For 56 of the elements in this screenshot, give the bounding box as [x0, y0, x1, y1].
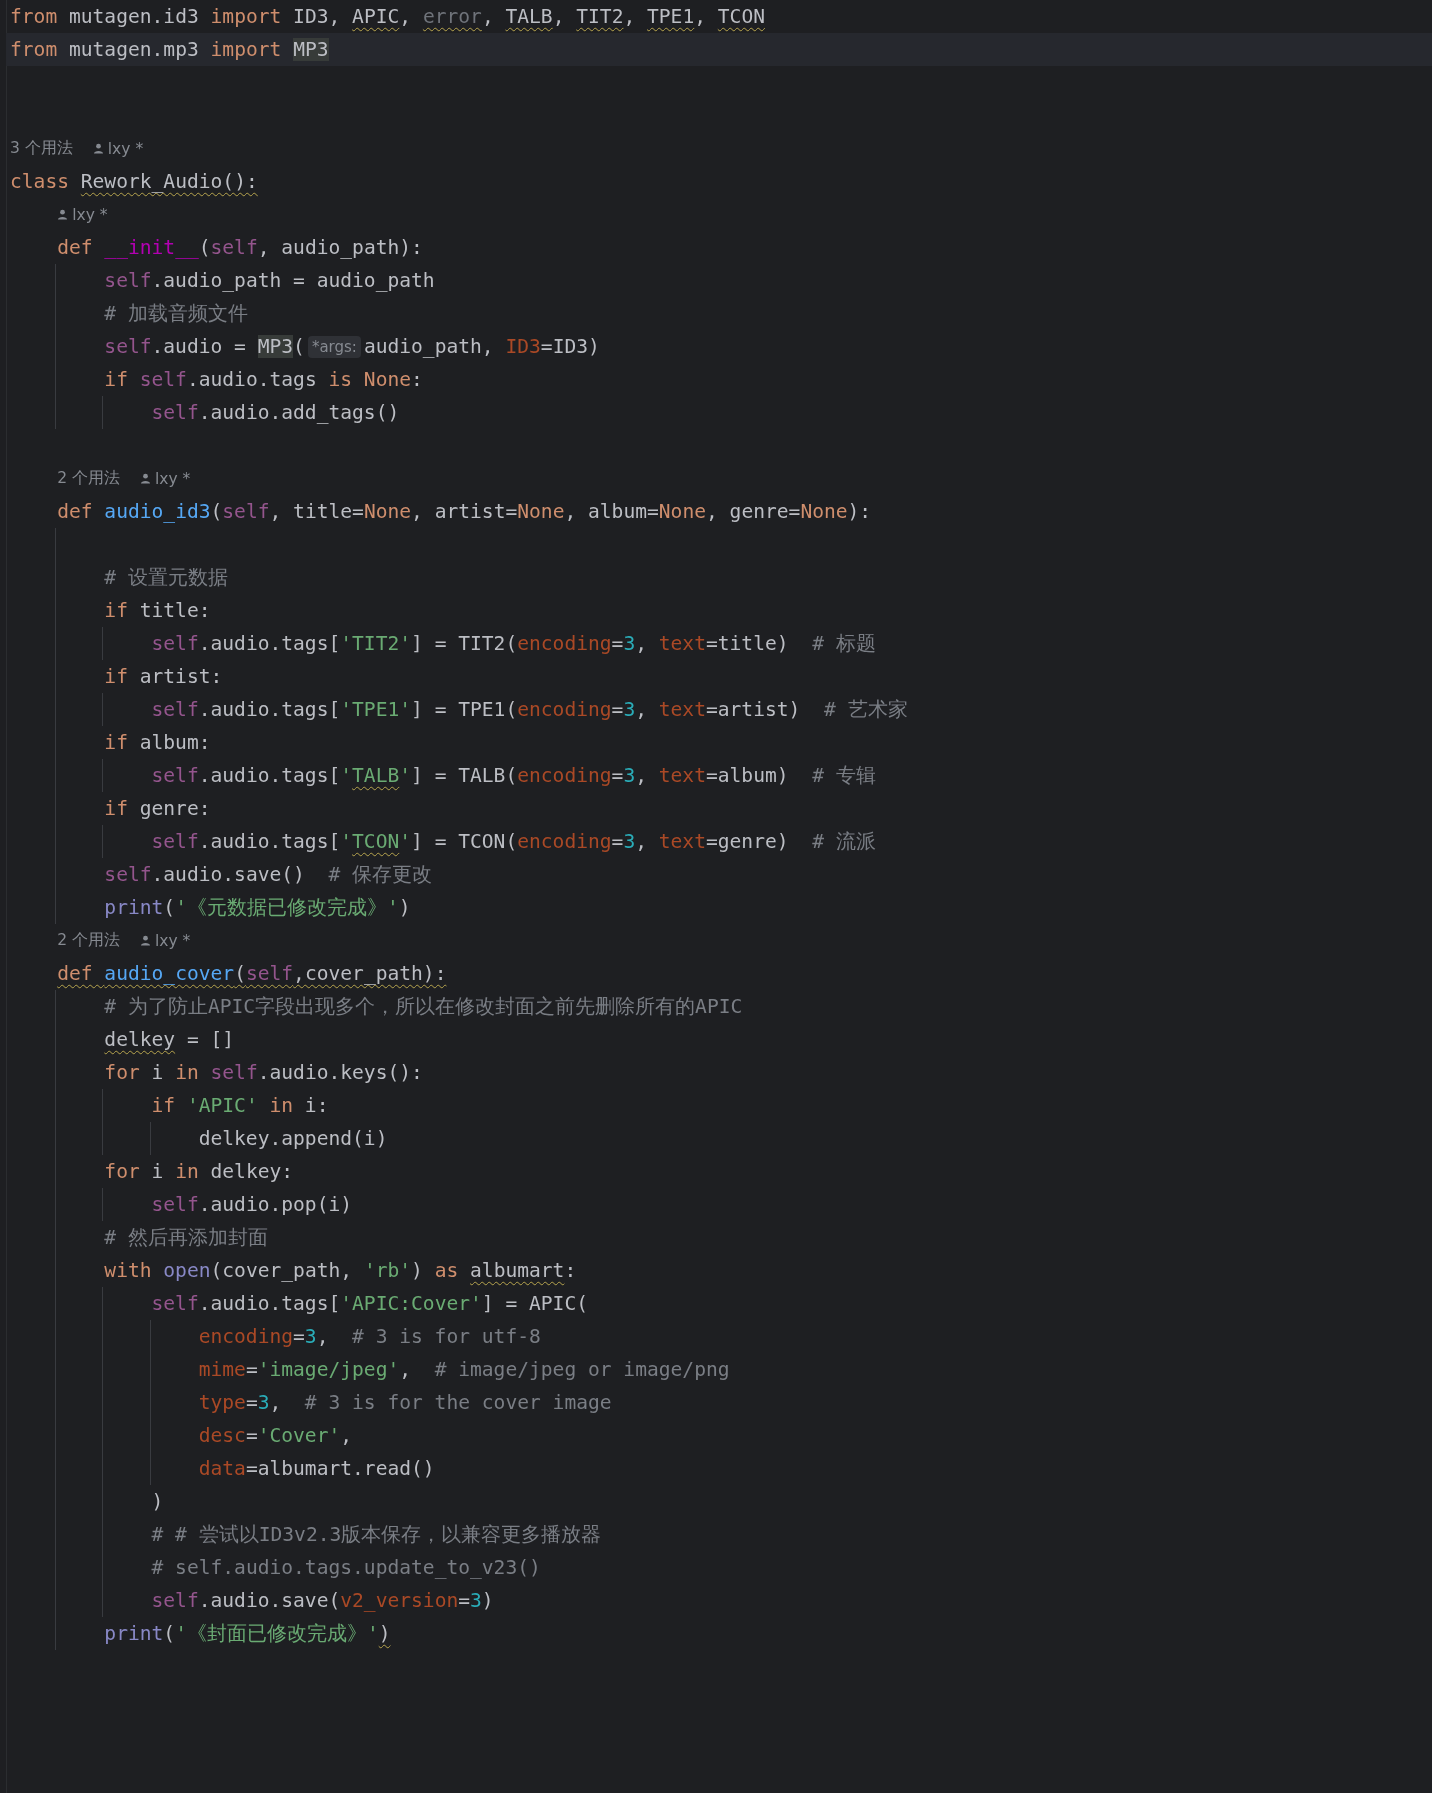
code-text: print('《封面已修改完成》')	[104, 1621, 391, 1647]
person-icon	[92, 143, 104, 154]
code-text: # 设置元数据	[104, 565, 228, 591]
code-text: self.audio.tags['TCON'] = TCON(encoding=3, text=genre) # 流派	[151, 829, 876, 855]
code-text: self.audio = MP3(	[104, 335, 305, 358]
code-text: self.audio.tags['TPE1'] = TPE1(encoding=3, text=artist) # 艺术家	[151, 697, 908, 723]
code-text: # # 尝试以ID3v2.3版本保存，以兼容更多播放器	[151, 1522, 602, 1548]
code-text: # 为了防止APIC字段出现多个，所以在修改封面之前先删除所有的APIC	[104, 994, 743, 1020]
code-text: if album:	[104, 731, 211, 754]
author-hint: lxy *	[154, 469, 191, 488]
code-text: )	[151, 1490, 164, 1513]
person-icon	[139, 473, 151, 484]
code-text: for i in delkey:	[104, 1160, 294, 1183]
code-text: def audio_id3(self, title=None, artist=None, album=None, genre=None):	[57, 500, 872, 523]
code-text: self.audio.tags['TIT2'] = TIT2(encoding=3, text=title) # 标题	[151, 631, 876, 657]
code-text: if 'APIC' in i:	[151, 1094, 329, 1117]
code-text: mime='image/jpeg', # image/jpeg or image/png	[198, 1358, 730, 1381]
code-text: if artist:	[104, 665, 223, 688]
usages-hint[interactable]: 2 个用法	[57, 930, 120, 951]
code-text: self.audio_path = audio_path	[104, 269, 435, 292]
code-text: if genre:	[104, 797, 211, 820]
code-text: self.audio.tags['APIC:Cover'] = APIC(	[151, 1292, 588, 1315]
code-text: self.audio.add_tags()	[151, 401, 400, 424]
code-text: from mutagen.mp3 import MP3	[10, 38, 329, 61]
author-hint: lxy *	[72, 205, 108, 224]
author-hint: lxy *	[154, 931, 191, 950]
code-text: from mutagen.id3 import ID3, APIC, error, TALB, TIT2, TPE1, TCON	[10, 5, 765, 28]
code-text: self.audio.save(v2_version=3)	[151, 1589, 494, 1612]
code-text: # 然后再添加封面	[104, 1225, 268, 1251]
code-text: if self.audio.tags is None:	[104, 368, 423, 391]
code-text: self.audio.tags['TALB'] = TALB(encoding=3, text=album) # 专辑	[151, 763, 876, 789]
parameter-hint: *args:	[307, 335, 361, 358]
code-text: type=3, # 3 is for the cover image	[198, 1391, 612, 1414]
code-text: def audio_cover(self,cover_path):	[57, 962, 447, 985]
code-text: with open(cover_path, 'rb') as albumart:	[104, 1259, 577, 1282]
code-text: print('《元数据已修改完成》')	[104, 895, 411, 921]
code-text: desc='Cover',	[198, 1424, 353, 1447]
author-hint: lxy *	[107, 139, 144, 158]
code-text: encoding=3, # 3 is for utf-8	[198, 1325, 541, 1348]
person-icon	[57, 209, 69, 220]
code-text: # 加载音频文件	[104, 301, 248, 327]
code-text: delkey = []	[104, 1028, 235, 1051]
code-text: def __init__(self, audio_path):	[57, 236, 423, 259]
code-text: self.audio.pop(i)	[151, 1193, 353, 1216]
code-text: audio_path, ID3=ID3)	[363, 335, 600, 358]
code-text: delkey.append(i)	[198, 1127, 388, 1150]
usages-hint[interactable]: 3 个用法	[10, 138, 73, 159]
code-text: class Rework_Audio():	[10, 170, 258, 193]
code-text: # self.audio.tags.update_to_v23()	[151, 1556, 541, 1579]
code-text: for i in self.audio.keys():	[104, 1061, 423, 1084]
person-icon	[139, 935, 151, 946]
code-editor[interactable]	[6, 0, 1432, 1793]
code-text: if title:	[104, 599, 211, 622]
code-text: data=albumart.read()	[198, 1457, 435, 1480]
code-text: self.audio.save() # 保存更改	[104, 862, 433, 888]
usages-hint[interactable]: 2 个用法	[57, 468, 120, 489]
